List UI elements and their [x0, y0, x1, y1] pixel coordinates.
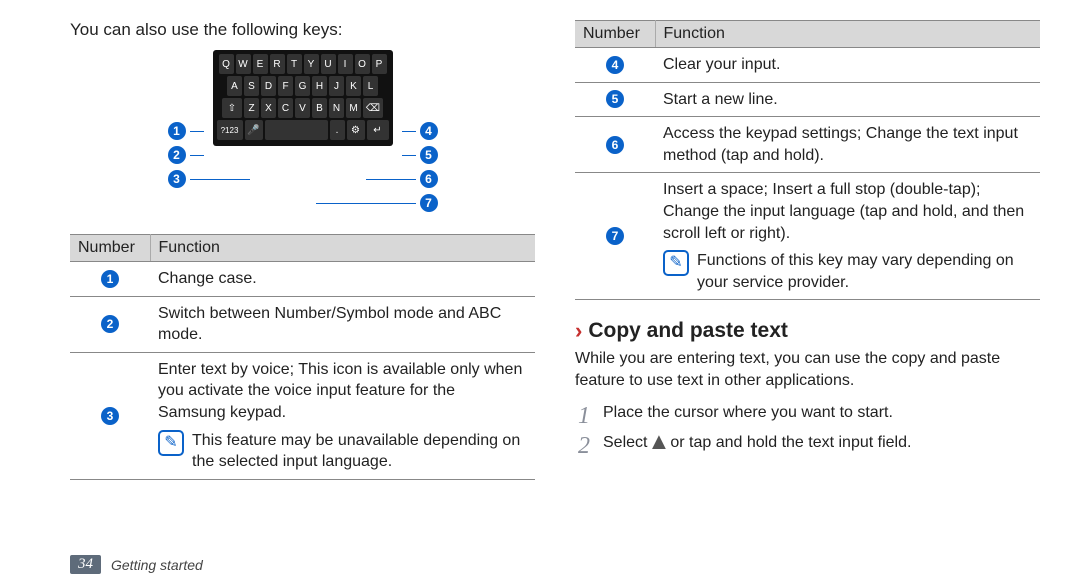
- dot-key: .: [330, 120, 345, 140]
- step-text: Select or tap and hold the text input fi…: [603, 434, 911, 452]
- row-function: Change case.: [150, 262, 535, 297]
- table-row: 1Change case.: [70, 262, 535, 297]
- key-a: A: [227, 76, 242, 96]
- row-function: Start a new line.: [655, 82, 1040, 117]
- col-function: Function: [150, 235, 535, 262]
- note: ✎ This feature may be unavailable dependi…: [158, 430, 527, 473]
- row-number: 5: [575, 82, 655, 117]
- col-function: Function: [655, 21, 1040, 48]
- callout-2: 2: [168, 146, 204, 164]
- row-function: Enter text by voice; This icon is availa…: [150, 352, 535, 479]
- table-row: 7Insert a space; Insert a full stop (dou…: [575, 173, 1040, 300]
- gear-key: ⚙: [347, 120, 365, 140]
- step-number: 1: [575, 404, 593, 428]
- section-body: While you are entering text, you can use…: [575, 348, 1040, 391]
- functions-table-left: Number Function 1Change case.2Switch bet…: [70, 234, 535, 480]
- mic-key: 🎤: [245, 120, 263, 140]
- key-i: I: [338, 54, 353, 74]
- callout-7: 7: [316, 194, 438, 212]
- text-select-icon: [652, 435, 666, 449]
- key-h: H: [312, 76, 327, 96]
- key-j: J: [329, 76, 344, 96]
- key-w: W: [236, 54, 251, 74]
- table-row: 3Enter text by voice; This icon is avail…: [70, 352, 535, 479]
- key-d: D: [261, 76, 276, 96]
- key-z: Z: [244, 98, 259, 118]
- callout-4: 4: [402, 122, 438, 140]
- section-heading: › Copy and paste text: [575, 318, 1040, 344]
- key-e: E: [253, 54, 268, 74]
- keyboard-illustration: QWERTYUIOP ASDFGHJKL ⇧ ZXCVBNM ⌫ ?123 🎤 …: [70, 50, 535, 220]
- table-row: 5Start a new line.: [575, 82, 1040, 117]
- left-column: You can also use the following keys: QWE…: [70, 20, 535, 576]
- key-k: K: [346, 76, 361, 96]
- row-number: 4: [575, 48, 655, 83]
- key-y: Y: [304, 54, 319, 74]
- space-key: [265, 120, 328, 140]
- table-row: 6Access the keypad settings; Change the …: [575, 117, 1040, 173]
- step-1: 1 Place the cursor where you want to sta…: [575, 404, 1040, 428]
- note-icon: ✎: [158, 430, 184, 456]
- note-text: This feature may be unavailable dependin…: [192, 430, 527, 473]
- row-number: 7: [575, 173, 655, 300]
- key-v: V: [295, 98, 310, 118]
- note: ✎ Functions of this key may vary dependin…: [663, 250, 1032, 293]
- callout-1: 1: [168, 122, 204, 140]
- footer-section: Getting started: [111, 557, 203, 573]
- key-b: B: [312, 98, 327, 118]
- row-function: Access the keypad settings; Change the t…: [655, 117, 1040, 173]
- col-number: Number: [575, 21, 655, 48]
- step-number: 2: [575, 434, 593, 458]
- functions-table-right: Number Function 4Clear your input.5Start…: [575, 20, 1040, 300]
- key-p: P: [372, 54, 387, 74]
- page-footer: 34 Getting started: [70, 555, 203, 574]
- row-number: 6: [575, 117, 655, 173]
- key-g: G: [295, 76, 310, 96]
- mode-key: ?123: [217, 120, 243, 140]
- row-number: 3: [70, 352, 150, 479]
- manual-page: You can also use the following keys: QWE…: [0, 0, 1080, 586]
- shift-key: ⇧: [222, 98, 242, 118]
- col-number: Number: [70, 235, 150, 262]
- backspace-key: ⌫: [363, 98, 383, 118]
- key-u: U: [321, 54, 336, 74]
- key-l: L: [363, 76, 378, 96]
- row-function: Switch between Number/Symbol mode and AB…: [150, 296, 535, 352]
- key-r: R: [270, 54, 285, 74]
- note-text: Functions of this key may vary depending…: [697, 250, 1032, 293]
- enter-key: ↵: [367, 120, 389, 140]
- note-icon: ✎: [663, 250, 689, 276]
- callout-5: 5: [402, 146, 438, 164]
- row-number: 2: [70, 296, 150, 352]
- row-number: 1: [70, 262, 150, 297]
- step-text: Place the cursor where you want to start…: [603, 404, 893, 422]
- row-function: Insert a space; Insert a full stop (doub…: [655, 173, 1040, 300]
- callout-6: 6: [366, 170, 438, 188]
- intro-text: You can also use the following keys:: [70, 20, 535, 40]
- table-row: 2Switch between Number/Symbol mode and A…: [70, 296, 535, 352]
- key-m: M: [346, 98, 361, 118]
- section-title: Copy and paste text: [588, 319, 788, 343]
- right-column: Number Function 4Clear your input.5Start…: [575, 20, 1040, 576]
- table-row: 4Clear your input.: [575, 48, 1040, 83]
- page-number: 34: [70, 555, 101, 574]
- chevron-icon: ›: [575, 318, 582, 344]
- row-function: Clear your input.: [655, 48, 1040, 83]
- key-q: Q: [219, 54, 234, 74]
- key-o: O: [355, 54, 370, 74]
- key-c: C: [278, 98, 293, 118]
- onscreen-keyboard: QWERTYUIOP ASDFGHJKL ⇧ ZXCVBNM ⌫ ?123 🎤 …: [213, 50, 393, 146]
- key-x: X: [261, 98, 276, 118]
- key-t: T: [287, 54, 302, 74]
- step-2: 2 Select or tap and hold the text input …: [575, 434, 1040, 458]
- key-n: N: [329, 98, 344, 118]
- key-s: S: [244, 76, 259, 96]
- key-f: F: [278, 76, 293, 96]
- callout-3: 3: [168, 170, 250, 188]
